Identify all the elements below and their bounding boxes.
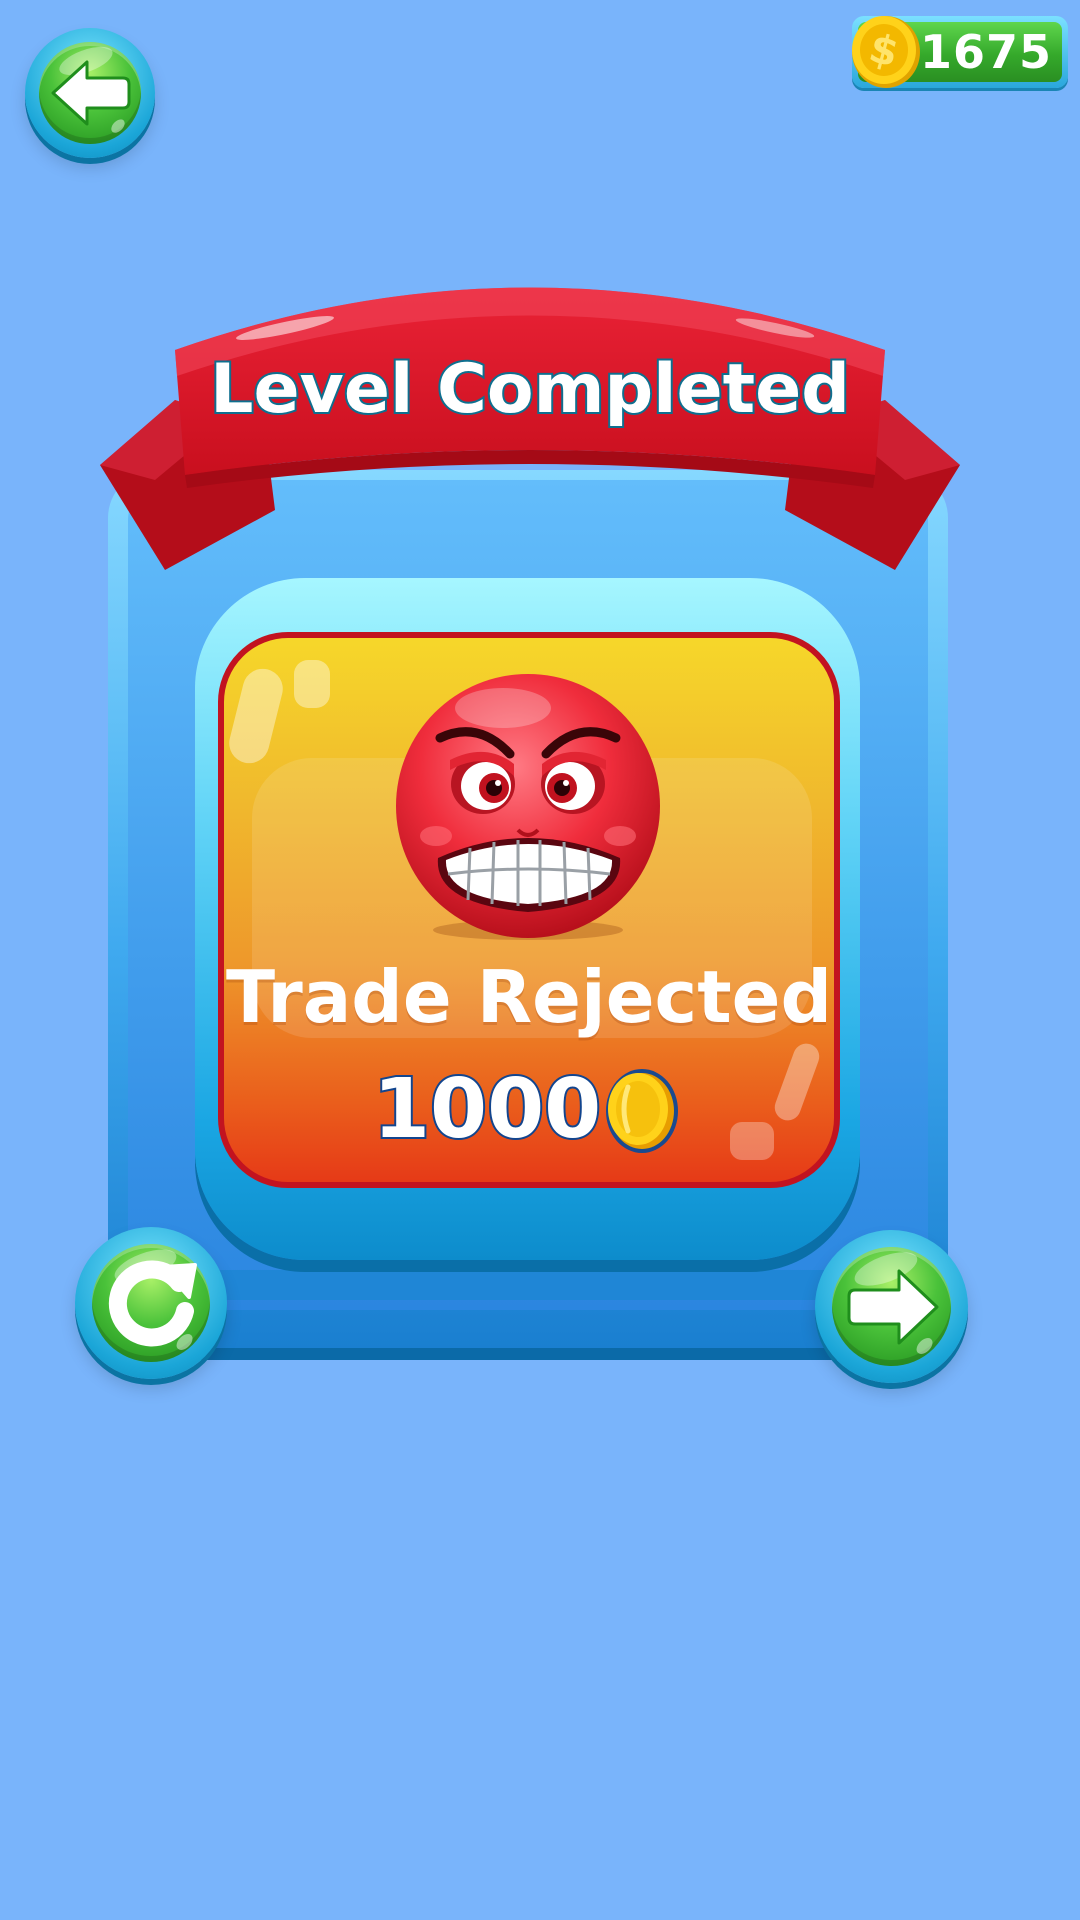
gold-coin-icon: [606, 1069, 678, 1153]
replay-button[interactable]: [75, 1227, 227, 1379]
reward-row: 1000: [218, 1060, 840, 1170]
arrow-right-icon: [847, 1269, 939, 1345]
reward-amount: 1000: [371, 1060, 603, 1159]
coin-balance-value: 1675: [919, 25, 1052, 79]
result-title: Trade Rejected: [226, 955, 832, 1039]
restart-icon: [108, 1260, 197, 1347]
back-button[interactable]: [25, 28, 155, 158]
dollar-coin-icon: $: [852, 16, 920, 88]
arrow-left-icon: [51, 60, 131, 126]
angry-face-icon: [396, 674, 660, 940]
level-completed-title: Level Completed: [208, 348, 852, 431]
panel-bottom-strip: [128, 1270, 928, 1300]
next-level-button[interactable]: [815, 1230, 968, 1383]
title-ribbon: [100, 287, 960, 570]
